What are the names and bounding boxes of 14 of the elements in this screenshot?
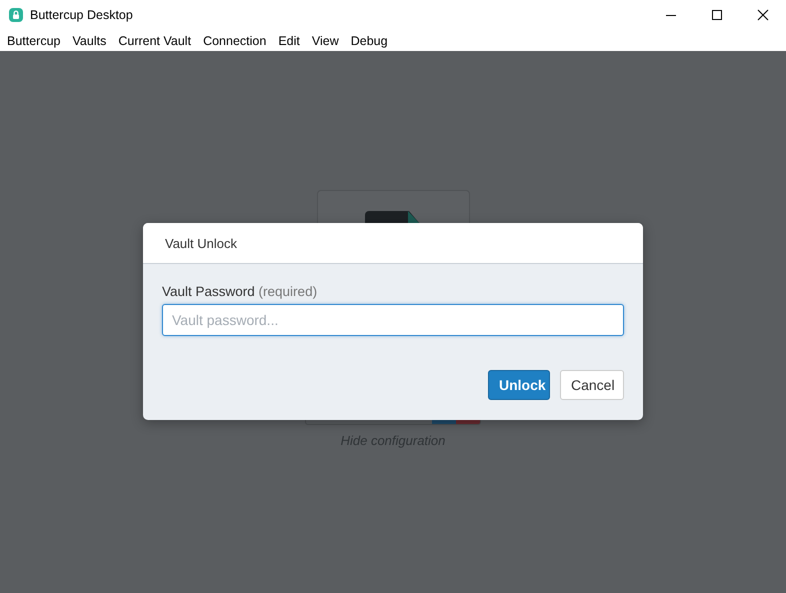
menu-item[interactable]: Current Vault bbox=[112, 34, 198, 48]
menu-item[interactable]: Edit bbox=[272, 34, 306, 48]
field-label: Vault Password (required) bbox=[162, 284, 318, 299]
menu-item[interactable]: Vaults bbox=[66, 34, 112, 48]
unlock-button[interactable]: Unlock bbox=[488, 370, 550, 400]
password-field[interactable]: Vault password... bbox=[162, 304, 624, 336]
window-title: Buttercup Desktop bbox=[30, 8, 134, 22]
menu-item[interactable]: Debug bbox=[344, 34, 394, 48]
menu-item[interactable]: Buttercup bbox=[1, 34, 67, 48]
dialog-header: Vault Unlock bbox=[143, 223, 643, 264]
app-lock-icon bbox=[9, 8, 23, 22]
menu-item[interactable]: Connection bbox=[197, 34, 272, 48]
cancel-button[interactable]: Cancel bbox=[560, 370, 624, 400]
menu-item[interactable]: View bbox=[306, 34, 345, 48]
